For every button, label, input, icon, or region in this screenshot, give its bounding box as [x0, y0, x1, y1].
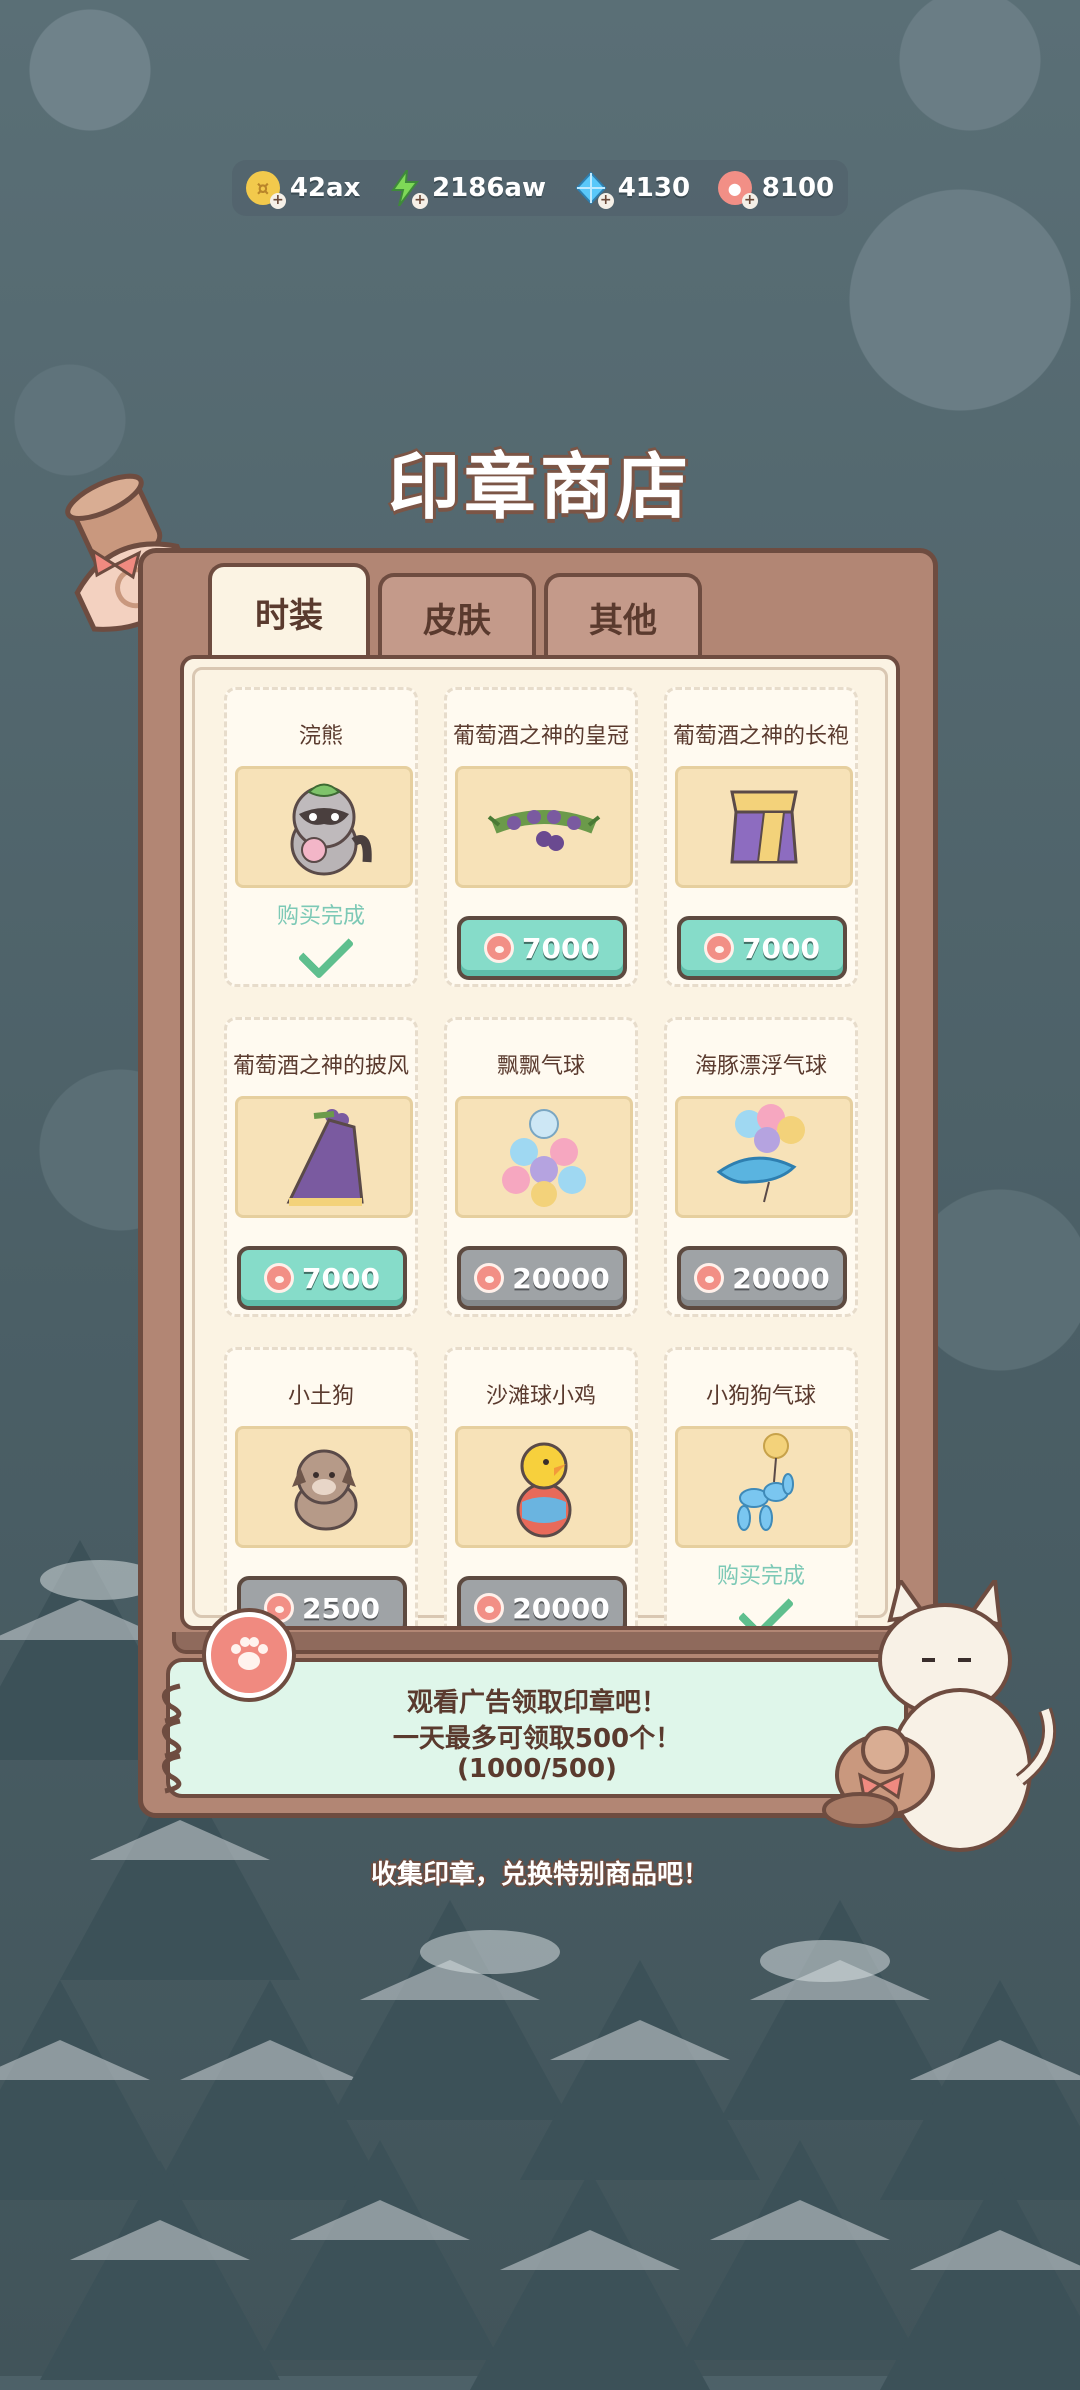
- paw-stamp-icon: ● +: [717, 171, 758, 209]
- item-price: 20000: [512, 1591, 610, 1625]
- item-image: [675, 766, 853, 888]
- item-image: [675, 1426, 853, 1548]
- item-price: 7000: [522, 931, 600, 965]
- dolphin-balloon-icon: [716, 1104, 805, 1203]
- balloons-icon: [502, 1109, 586, 1207]
- item-price: 2500: [302, 1591, 380, 1625]
- buy-button[interactable]: 7000: [457, 916, 627, 980]
- tab-other[interactable]: 其他: [544, 573, 702, 657]
- shop-item[interactable]: 葡萄酒之神的皇冠 7000: [444, 687, 638, 987]
- currency-stamp[interactable]: ● + 8100: [717, 171, 835, 209]
- puppy-icon: [292, 1449, 358, 1531]
- item-grid: 浣熊 购买完成 葡萄酒之神的皇冠 7000 葡萄酒之神的长袍 7000 葡萄酒之…: [224, 687, 858, 1626]
- ad-line-1: 观看广告领取印章吧！: [406, 1688, 667, 1718]
- cape-icon: [286, 1109, 364, 1206]
- paw-stamp-icon: [484, 933, 515, 963]
- cat-mascot-icon: [822, 1580, 1057, 1852]
- shop-item[interactable]: 葡萄酒之神的披风 7000: [224, 1017, 418, 1317]
- tab-skin[interactable]: 皮肤: [378, 573, 536, 657]
- shop-item[interactable]: 小土狗 2500: [224, 1347, 418, 1626]
- shop-item[interactable]: 沙滩球小鸡 20000: [444, 1347, 638, 1626]
- paw-stamp-icon: [704, 933, 735, 963]
- item-name: 沙滩球小鸡: [485, 1384, 596, 1409]
- paw-stamp-icon: [264, 1263, 295, 1293]
- currency-bar: ¤ + 42ax + 2186aw + 4130 ● + 8100: [232, 160, 848, 216]
- buy-button[interactable]: 20000: [457, 1576, 627, 1626]
- item-price: 20000: [732, 1261, 830, 1295]
- shop-item[interactable]: 葡萄酒之神的长袍 7000: [664, 687, 858, 987]
- energy-value: 2186aw: [432, 173, 546, 203]
- stamp-value: 8100: [761, 173, 835, 203]
- buy-button[interactable]: 20000: [457, 1246, 627, 1310]
- currency-gold[interactable]: ¤ + 42ax: [245, 171, 361, 209]
- buy-button[interactable]: 20000: [677, 1246, 847, 1310]
- binder-coil-icon: [161, 1683, 182, 1794]
- footer-hint: 收集印章，兑换特别商品吧！: [370, 1860, 709, 1890]
- paw-stamp-icon: [474, 1263, 505, 1293]
- paw-stamp-icon: [206, 1612, 292, 1698]
- currency-energy[interactable]: + 2186aw: [388, 170, 546, 209]
- item-name: 海豚漂浮气球: [694, 1054, 827, 1079]
- diamond-value: 4130: [617, 173, 691, 203]
- item-name: 小狗狗气球: [705, 1384, 816, 1409]
- tab-fashion[interactable]: 时装: [208, 563, 370, 657]
- currency-diamond[interactable]: + 4130: [574, 171, 691, 209]
- buy-button[interactable]: 7000: [237, 1246, 407, 1310]
- item-list-sheet[interactable]: 浣熊 购买完成 葡萄酒之神的皇冠 7000 葡萄酒之神的长袍 7000 葡萄酒之…: [180, 655, 900, 1630]
- raccoon-icon: [290, 783, 372, 876]
- checkmark-icon: [297, 922, 355, 980]
- gold-coin-icon: ¤ +: [245, 171, 286, 209]
- item-price: 20000: [512, 1261, 610, 1295]
- item-price: 7000: [302, 1261, 380, 1295]
- chick-beachball-icon: [516, 1442, 572, 1538]
- item-name: 葡萄酒之神的长袍: [672, 724, 849, 749]
- buy-button[interactable]: 7000: [677, 916, 847, 980]
- tab-bar: 时装 皮肤 其他: [208, 563, 702, 657]
- item-name: 飘飘气球: [496, 1054, 585, 1079]
- item-image: [235, 1426, 413, 1548]
- item-image: [455, 1426, 633, 1548]
- item-image: [235, 1096, 413, 1218]
- dog-balloon-icon: [737, 1433, 794, 1531]
- diamond-icon: +: [574, 171, 614, 209]
- item-image: [675, 1096, 853, 1218]
- grape-crown-icon: [487, 810, 601, 851]
- robe-icon: [730, 790, 798, 864]
- item-price: 7000: [742, 931, 820, 965]
- shop-item[interactable]: 浣熊 购买完成: [224, 687, 418, 987]
- paw-stamp-icon: [474, 1593, 505, 1623]
- item-image: [455, 1096, 633, 1218]
- item-image: [455, 766, 633, 888]
- item-name: 葡萄酒之神的披风: [232, 1054, 409, 1079]
- paw-stamp-icon: [694, 1263, 725, 1293]
- item-name: 浣熊: [298, 724, 343, 749]
- ad-progress: (1000/500): [457, 1754, 617, 1784]
- purchased-label: 购买完成: [276, 904, 365, 929]
- shop-item[interactable]: 飘飘气球 20000: [444, 1017, 638, 1317]
- shop-item[interactable]: 海豚漂浮气球 20000: [664, 1017, 858, 1317]
- ad-line-2: 一天最多可领取500个！: [392, 1724, 682, 1754]
- gold-value: 42ax: [289, 173, 361, 203]
- lightning-icon: +: [388, 170, 429, 209]
- item-name: 小土狗: [287, 1384, 354, 1409]
- item-name: 葡萄酒之神的皇冠: [452, 724, 629, 749]
- item-image: [235, 766, 413, 888]
